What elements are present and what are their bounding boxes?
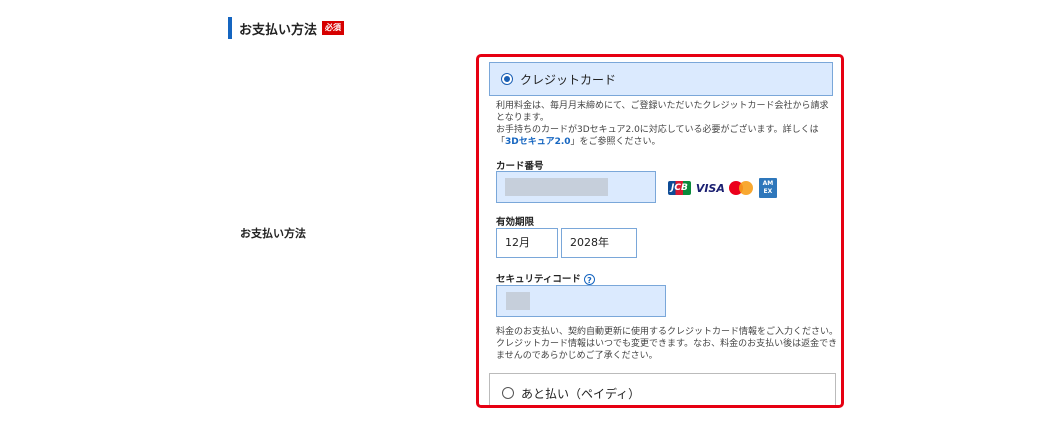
card-brand-logos: JCB VISA AM EX (668, 178, 777, 198)
card-number-input[interactable] (496, 171, 656, 203)
visa-logo-icon: VISA (695, 181, 725, 195)
radio-selected-dot (504, 76, 510, 82)
section-header: お支払い方法 必須 (228, 17, 345, 39)
payment-options-panel: クレジットカード 利用料金は、毎月月末締めにて、ご登録いただいたクレジットカード… (476, 54, 844, 408)
amex-logo-icon: AM EX (758, 178, 777, 198)
mastercard-logo-icon (728, 181, 755, 195)
expiry-month-select[interactable]: 12月 (496, 228, 558, 258)
card-number-masked-value (505, 178, 608, 196)
deferred-payment-radio[interactable] (502, 387, 514, 399)
card-number-label: カード番号 (496, 161, 544, 172)
section-title: お支払い方法 (239, 22, 318, 38)
expiry-label: 有効期限 (496, 217, 535, 228)
section-accent-bar (228, 17, 232, 39)
credit-card-description: 利用料金は、毎月月末締めにて、ご登録いただいたクレジットカード会社から請求となり… (496, 100, 836, 148)
credit-card-option[interactable]: クレジットカード (489, 62, 833, 96)
expiry-year-select[interactable]: 2028年 (561, 228, 637, 258)
security-code-masked-value (506, 292, 530, 310)
help-icon[interactable]: ? (583, 274, 595, 285)
card-info-notice: 料金のお支払い、契約自動更新に使用するクレジットカード情報をご入力ください。クレ… (496, 327, 839, 361)
3ds-text-end: 」をご参照ください。 (570, 137, 661, 147)
deferred-payment-option[interactable]: あと払い（ペイディ） (489, 373, 836, 405)
jcb-logo-icon: JCB (668, 181, 691, 195)
3ds-requirement-text: お手持ちのカードが3Dセキュア2.0に対応している必要がございます。詳しくは「3… (496, 124, 836, 148)
credit-card-option-label: クレジットカード (520, 72, 617, 87)
security-code-label: セキュリティコード (496, 274, 581, 285)
credit-card-radio[interactable] (501, 73, 513, 85)
required-badge: 必須 (322, 21, 345, 35)
billing-description: 利用料金は、毎月月末締めにて、ご登録いただいたクレジットカード会社から請求となり… (496, 101, 829, 123)
security-code-label-row: セキュリティコード? (496, 271, 595, 285)
security-code-input[interactable] (496, 285, 666, 317)
3ds-link[interactable]: 3Dセキュア2.0 (505, 137, 571, 147)
payment-method-label: お支払い方法 (240, 227, 306, 240)
deferred-payment-label: あと払い（ペイディ） (521, 386, 641, 401)
